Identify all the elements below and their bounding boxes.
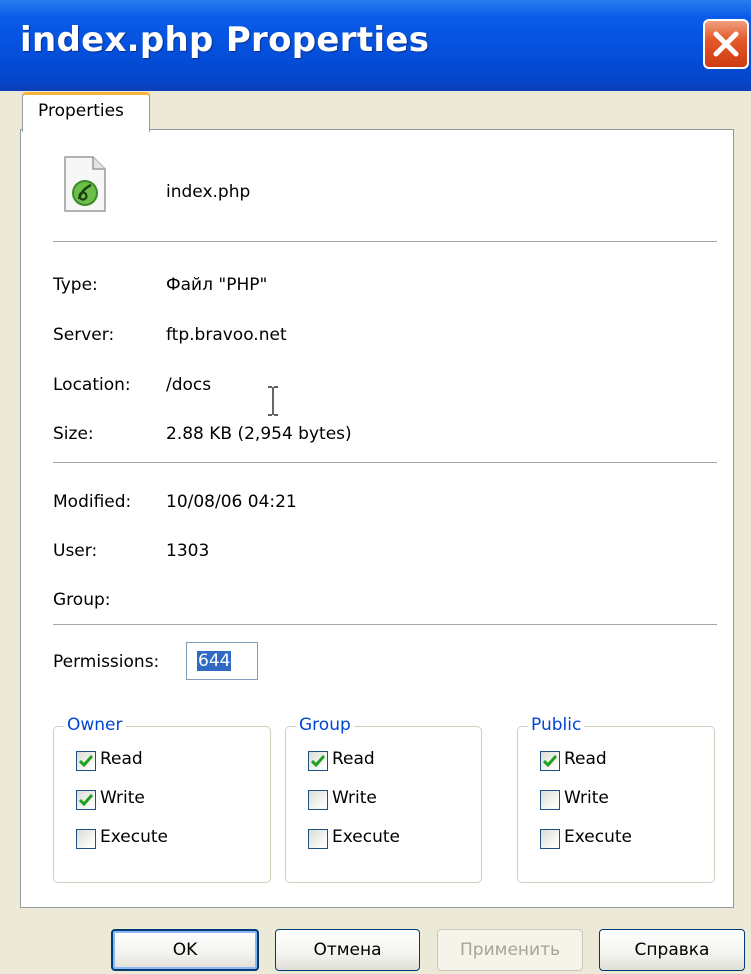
- ok-button[interactable]: OK: [111, 929, 259, 971]
- checkbox-box[interactable]: [76, 790, 96, 810]
- size-label: Size:: [53, 424, 94, 444]
- cancel-button[interactable]: Отмена: [275, 929, 420, 971]
- group-write-label: Write: [332, 788, 377, 808]
- tab-properties-label: Properties: [38, 101, 124, 121]
- checkbox-box[interactable]: [308, 829, 328, 849]
- location-label: Location:: [53, 375, 131, 395]
- permissions-input[interactable]: 644: [186, 642, 258, 680]
- public-read-label: Read: [564, 749, 607, 769]
- permissions-label: Permissions:: [53, 652, 160, 672]
- group-group: Group Read Write Execute: [285, 715, 482, 883]
- public-write-label: Write: [564, 788, 609, 808]
- owner-write-label: Write: [100, 788, 145, 808]
- close-button[interactable]: [703, 19, 749, 69]
- check-icon: [79, 755, 93, 767]
- checkbox-box[interactable]: [540, 829, 560, 849]
- type-value: Файл "PHP": [166, 275, 268, 295]
- check-icon: [543, 755, 557, 767]
- properties-panel: index.php Type: Файл "PHP" Server: ftp.b…: [20, 129, 734, 908]
- group-label: Group:: [53, 590, 111, 610]
- check-icon: [311, 755, 325, 767]
- checkbox-box[interactable]: [308, 751, 328, 771]
- checkbox-box[interactable]: [308, 790, 328, 810]
- check-icon: [79, 794, 93, 806]
- server-value: ftp.bravoo.net: [166, 325, 287, 345]
- tab-properties[interactable]: Properties: [22, 92, 150, 132]
- user-label: User:: [53, 541, 98, 561]
- owner-group-title: Owner: [64, 715, 126, 735]
- size-value: 2.88 KB (2,954 bytes): [166, 424, 352, 444]
- owner-read-label: Read: [100, 749, 143, 769]
- permissions-value: 644: [197, 651, 232, 671]
- checkbox-box[interactable]: [76, 829, 96, 849]
- help-button[interactable]: Справка: [599, 929, 745, 971]
- checkbox-box[interactable]: [540, 751, 560, 771]
- checkbox-box[interactable]: [76, 751, 96, 771]
- separator: [53, 462, 717, 463]
- public-execute-label: Execute: [564, 827, 632, 847]
- user-value: 1303: [166, 541, 210, 561]
- separator: [53, 241, 717, 242]
- public-group-title: Public: [528, 715, 585, 735]
- owner-group: Owner Read Write Execute: [53, 715, 271, 883]
- location-value: /docs: [166, 375, 212, 395]
- apply-button[interactable]: Применить: [437, 929, 583, 971]
- server-label: Server:: [53, 325, 115, 345]
- title-bar[interactable]: index.php Properties: [0, 0, 751, 91]
- text-cursor-icon: [267, 386, 279, 420]
- owner-execute-label: Execute: [100, 827, 168, 847]
- checkbox-box[interactable]: [540, 790, 560, 810]
- type-label: Type:: [53, 275, 98, 295]
- group-group-title: Group: [296, 715, 354, 735]
- modified-label: Modified:: [53, 492, 132, 512]
- close-icon: [713, 31, 739, 57]
- public-group: Public Read Write Execute: [517, 715, 715, 883]
- separator: [53, 624, 717, 625]
- modified-value: 10/08/06 04:21: [166, 492, 297, 512]
- group-read-label: Read: [332, 749, 375, 769]
- group-execute-label: Execute: [332, 827, 400, 847]
- dreamweaver-php-file-icon: [63, 155, 107, 217]
- file-name: index.php: [166, 182, 251, 202]
- window-title: index.php Properties: [20, 20, 430, 60]
